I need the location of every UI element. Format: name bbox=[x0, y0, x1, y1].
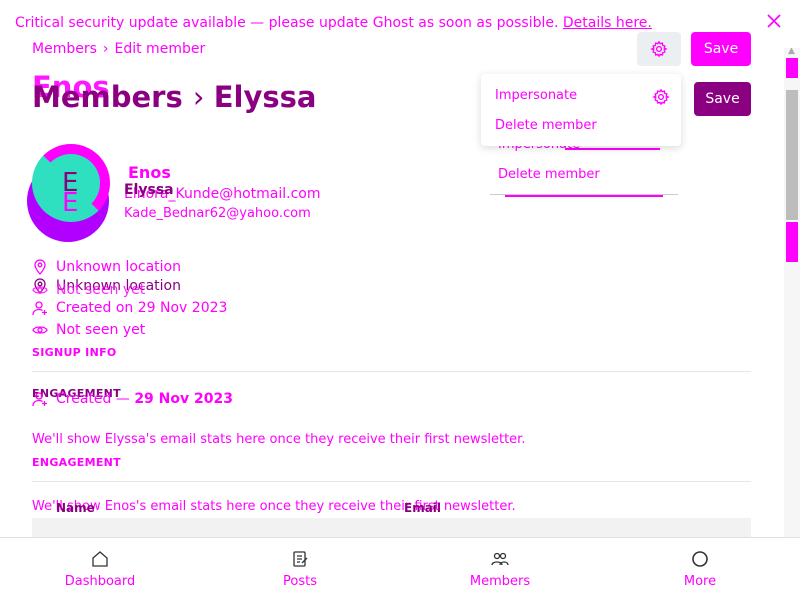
seen-text: Not seen yet bbox=[56, 282, 146, 298]
seen-row-secondary: Not seen yet bbox=[32, 322, 145, 338]
column-header-name: Name bbox=[56, 501, 95, 515]
chevron-right-icon: › bbox=[102, 41, 109, 57]
highlight-bar bbox=[505, 195, 663, 197]
breadcrumb-members-link[interactable]: Members bbox=[32, 41, 97, 57]
member-name: Enos bbox=[128, 163, 171, 182]
scrollbar-segment bbox=[786, 58, 798, 78]
section-label-signup-info: SIGNUP INFO bbox=[32, 346, 117, 359]
settings-button[interactable] bbox=[637, 32, 681, 66]
seen-row: Not seen yet bbox=[32, 282, 145, 298]
menu-item-impersonate[interactable]: Impersonate bbox=[495, 88, 577, 103]
scrollbar-track[interactable] bbox=[784, 0, 800, 538]
nav-item-more[interactable]: More bbox=[650, 550, 750, 589]
signup-created-date: 29 Nov 2023 bbox=[134, 391, 233, 407]
nav-label: More bbox=[683, 574, 717, 589]
section-label-engagement: ENGAGEMENT bbox=[32, 456, 121, 469]
banner-text: Critical security update available — ple… bbox=[15, 15, 652, 31]
signup-created-row: Created — 29 Nov 2023 bbox=[32, 391, 233, 407]
table-header bbox=[32, 518, 751, 538]
nav-item-members[interactable]: Members bbox=[450, 550, 550, 589]
members-icon bbox=[491, 552, 509, 566]
created-text: Created on 29 Nov 2023 bbox=[56, 300, 228, 316]
save-button-secondary[interactable]: Save bbox=[694, 82, 751, 116]
menu-item-delete-member[interactable]: Delete member bbox=[495, 118, 597, 133]
page-title-name: Elyssa bbox=[213, 80, 317, 114]
location-text: Unknown location bbox=[56, 259, 181, 275]
breadcrumb: Members › Edit member bbox=[32, 41, 205, 57]
eye-icon bbox=[32, 286, 48, 294]
breadcrumb-current: Edit member bbox=[114, 41, 206, 57]
menu-item-delete-member-ghost[interactable]: Delete member bbox=[498, 167, 600, 182]
close-icon[interactable] bbox=[765, 12, 783, 30]
banner-message: Critical security update available — ple… bbox=[15, 15, 559, 31]
seen-text: Not seen yet bbox=[56, 322, 146, 338]
page-title-prefix: Members bbox=[32, 80, 183, 114]
scrollbar-segment bbox=[786, 222, 798, 262]
banner-details-link[interactable]: Details here. bbox=[563, 15, 652, 31]
gear-icon[interactable] bbox=[652, 88, 670, 110]
nav-item-dashboard[interactable]: Dashboard bbox=[50, 550, 150, 589]
member-email-secondary: Kade_Bednar62@yahoo.com bbox=[124, 206, 311, 221]
home-icon bbox=[92, 551, 108, 567]
nav-label: Posts bbox=[283, 574, 317, 589]
highlight-bar bbox=[565, 148, 660, 150]
divider bbox=[32, 481, 751, 482]
signup-created-prefix: Created — bbox=[56, 391, 135, 407]
nav-label: Members bbox=[469, 574, 531, 589]
gear-icon bbox=[650, 40, 668, 58]
created-row: Created on 29 Nov 2023 bbox=[32, 300, 227, 316]
page-title: Members › Elyssa bbox=[32, 80, 316, 114]
user-add-icon bbox=[32, 392, 47, 407]
divider bbox=[32, 371, 751, 372]
eye-icon bbox=[32, 326, 48, 334]
location-row: Unknown location bbox=[32, 259, 181, 275]
scrollbar-segment bbox=[786, 90, 798, 220]
avatar-initial: E bbox=[62, 188, 79, 218]
member-name-secondary: Elyssa bbox=[124, 182, 174, 198]
email-stats-message-secondary: We'll show Enos's email stats here once … bbox=[32, 499, 516, 514]
nav-label: Dashboard bbox=[64, 574, 136, 589]
user-add-icon bbox=[32, 301, 47, 316]
column-header-email: Email bbox=[404, 501, 442, 515]
nav-item-posts[interactable]: Posts bbox=[250, 550, 350, 589]
chevron-right-icon: › bbox=[192, 80, 214, 114]
save-button[interactable]: Save bbox=[691, 32, 751, 66]
email-stats-message: We'll show Elyssa's email stats here onc… bbox=[32, 432, 526, 447]
posts-icon bbox=[293, 551, 308, 567]
location-pin-icon bbox=[34, 259, 46, 275]
actions-dropdown-menu: Impersonate Delete member bbox=[481, 74, 681, 146]
more-icon bbox=[692, 551, 708, 567]
